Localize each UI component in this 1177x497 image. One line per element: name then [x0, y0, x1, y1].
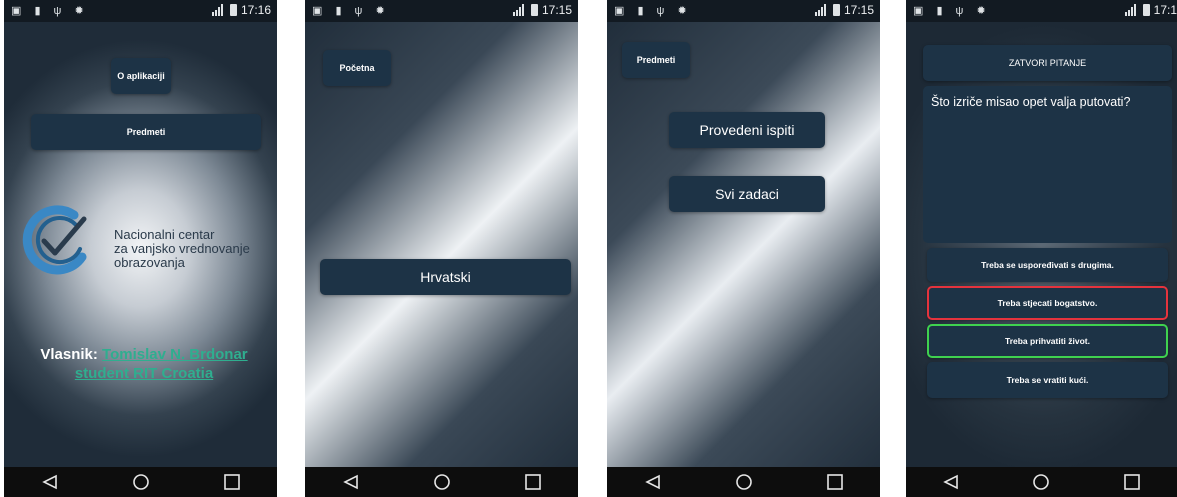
status-bar: ▣ ▮ ψ ✹ 17:15	[607, 0, 880, 22]
owner-label: Vlasnik:	[40, 346, 98, 363]
owner-block: Vlasnik: Tomislav N. Brdonar student RIT…	[14, 345, 274, 383]
question-text: Što izriče misao opet valja putovati?	[931, 95, 1131, 109]
battery-icon	[229, 4, 237, 16]
status-time: 17:15	[541, 3, 572, 17]
all-tasks-button[interactable]: Svi zadaci	[669, 176, 825, 212]
owner-role-link[interactable]: student RIT Croatia	[75, 365, 213, 382]
signal-icon	[814, 4, 829, 16]
notification-icons: ▣ ▮ ψ ✹	[11, 5, 89, 17]
status-time: 17:1	[1153, 3, 1177, 17]
question-box: Što izriče misao opet valja putovati?	[923, 86, 1172, 243]
battery-icon	[530, 4, 538, 16]
logo-line-1: Nacionalni centar	[114, 227, 215, 242]
owner-name-link[interactable]: Tomislav N. Brdonar	[102, 346, 248, 363]
status-time: 17:15	[843, 3, 874, 17]
back-triangle-icon[interactable]	[638, 470, 668, 494]
home-circle-icon[interactable]	[427, 470, 457, 494]
answer-option-3-correct[interactable]: Treba prihvatiti život.	[927, 324, 1168, 358]
recents-square-icon[interactable]	[217, 470, 247, 494]
home-circle-icon[interactable]	[729, 470, 759, 494]
notification-icons: ▣ ▮ ψ ✹	[913, 5, 991, 17]
ncvvo-logo-icon	[22, 205, 87, 275]
notification-icons: ▣ ▮ ψ ✹	[614, 5, 692, 17]
screen-subject-menu: ▣ ▮ ψ ✹ 17:15 Predmeti Provedeni ispiti …	[607, 0, 880, 497]
home-circle-icon[interactable]	[126, 470, 156, 494]
answer-option-4[interactable]: Treba se vratiti kući.	[927, 362, 1168, 398]
screen-subjects: ▣ ▮ ψ ✹ 17:15 Početna Hrvatski	[305, 0, 578, 497]
subject-hrvatski-button[interactable]: Hrvatski	[320, 259, 571, 295]
nav-bar	[607, 467, 880, 497]
battery-icon	[1142, 4, 1150, 16]
logo-line-3: obrazovanja	[114, 255, 185, 270]
home-circle-icon[interactable]	[1026, 470, 1056, 494]
nav-bar	[4, 467, 277, 497]
answer-option-1[interactable]: Treba se uspoređivati s drugima.	[927, 248, 1168, 282]
notification-icons: ▣ ▮ ψ ✹	[312, 5, 390, 17]
battery-icon	[832, 4, 840, 16]
back-triangle-icon[interactable]	[936, 470, 966, 494]
status-bar: ▣ ▮ ψ ✹ 17:1	[906, 0, 1177, 22]
signal-icon	[512, 4, 527, 16]
status-bar: ▣ ▮ ψ ✹ 17:16	[4, 0, 277, 22]
nav-bar	[305, 467, 578, 497]
subjects-button[interactable]: Predmeti	[31, 114, 261, 150]
status-bar: ▣ ▮ ψ ✹ 17:15	[305, 0, 578, 22]
back-triangle-icon[interactable]	[336, 470, 366, 494]
signal-icon	[1124, 4, 1139, 16]
about-button[interactable]: O aplikaciji	[111, 58, 171, 94]
status-time: 17:16	[240, 3, 271, 17]
answer-option-2-wrong[interactable]: Treba stjecati bogatstvo.	[927, 286, 1168, 320]
home-button[interactable]: Početna	[323, 50, 391, 86]
recents-square-icon[interactable]	[518, 470, 548, 494]
signal-icon	[211, 4, 226, 16]
exams-button[interactable]: Provedeni ispiti	[669, 112, 825, 148]
logo-text: Nacionalni centar za vanjsko vrednovanje…	[114, 228, 250, 270]
recents-square-icon[interactable]	[820, 470, 850, 494]
subjects-button[interactable]: Predmeti	[622, 42, 690, 78]
logo-line-2: za vanjsko vrednovanje	[114, 241, 250, 256]
close-question-button[interactable]: ZATVORI PITANJE	[923, 45, 1172, 81]
recents-square-icon[interactable]	[1117, 470, 1147, 494]
screen-home: ▣ ▮ ψ ✹ 17:16 O aplikaciji Predmeti Naci…	[4, 0, 277, 497]
nav-bar	[906, 467, 1177, 497]
screen-question: ▣ ▮ ψ ✹ 17:1 ZATVORI PITANJE Što izriče …	[906, 0, 1177, 497]
back-triangle-icon[interactable]	[35, 470, 65, 494]
